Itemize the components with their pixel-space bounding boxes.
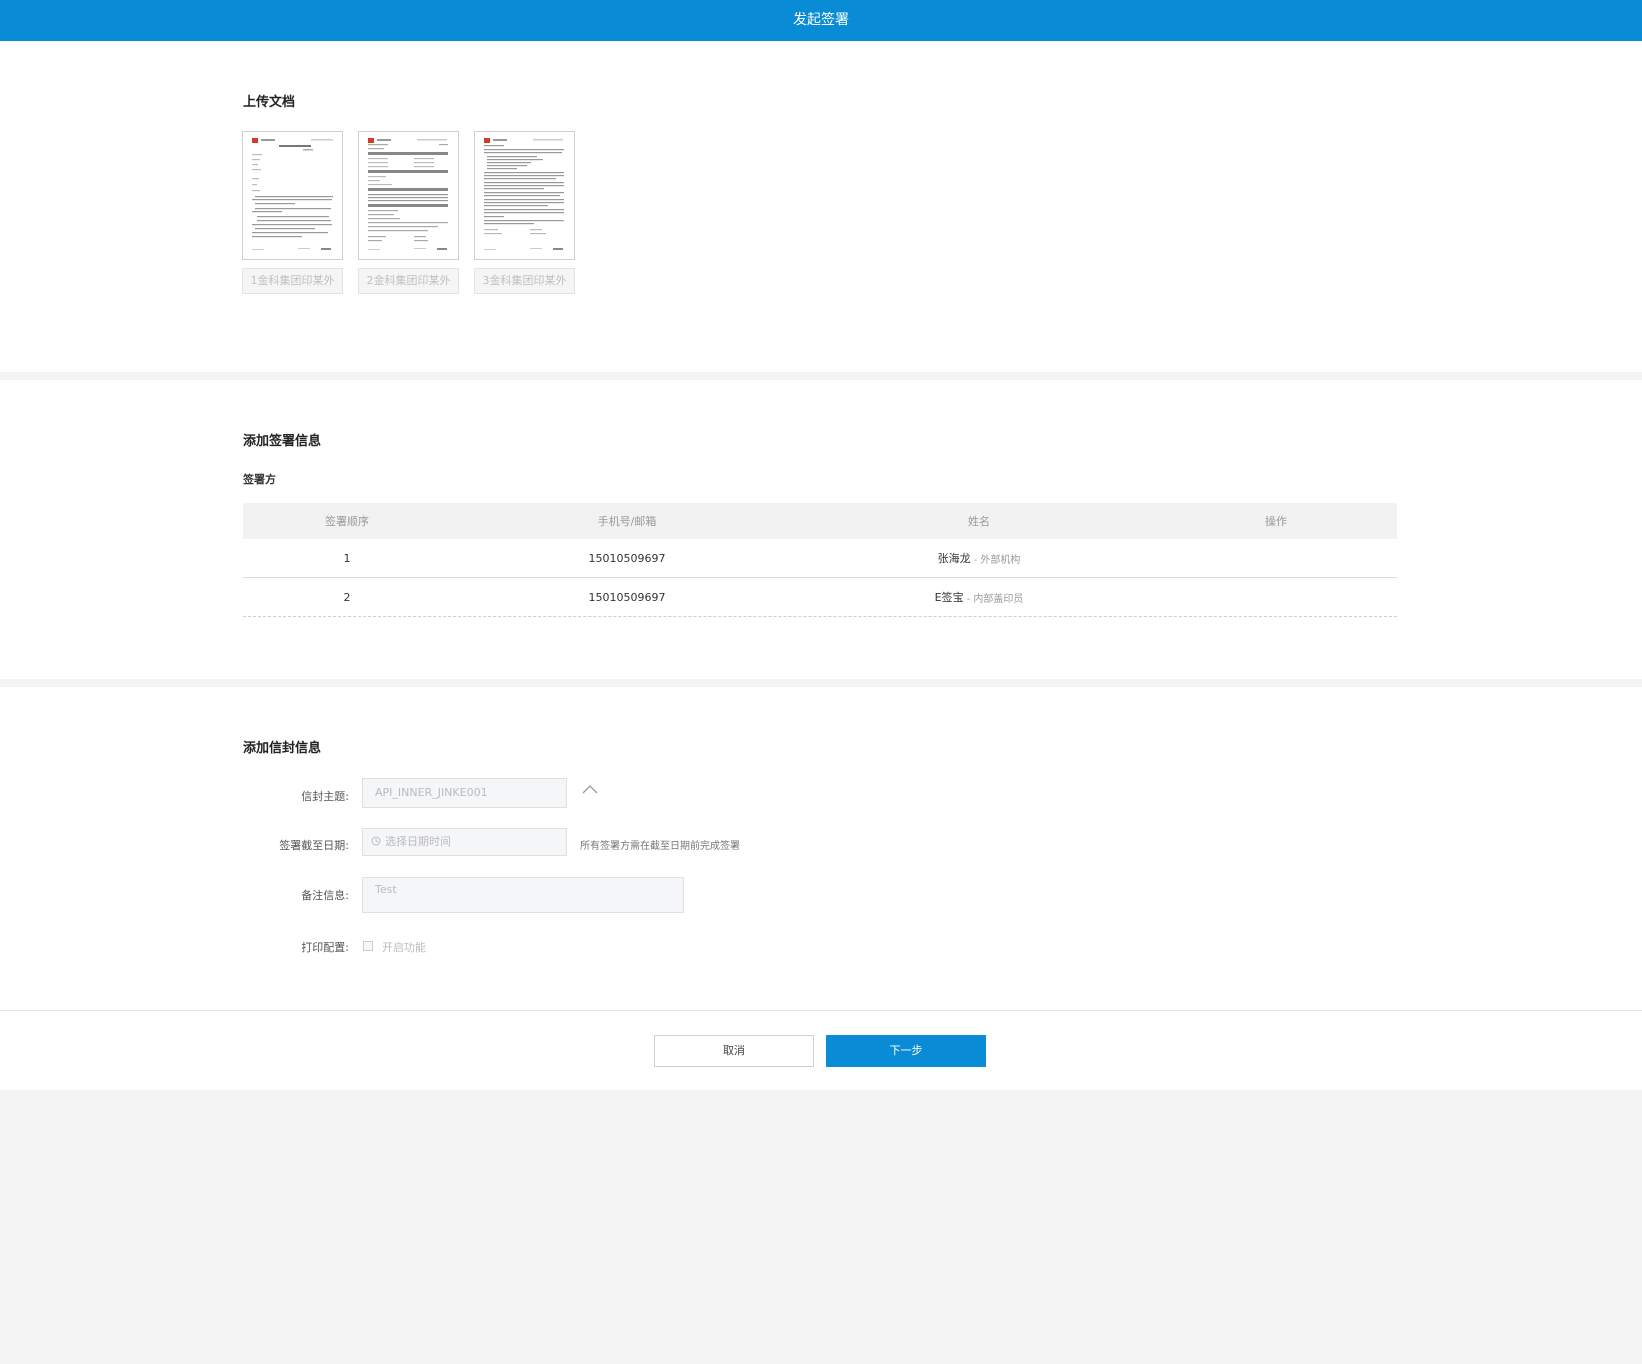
signer-role: - 外部机构 <box>973 554 1021 566</box>
signer-order: 2 <box>343 590 351 604</box>
column-header-name: 姓名 <box>968 515 990 528</box>
signer-contact: 15010509697 <box>588 590 666 604</box>
note-value: Test <box>375 883 397 896</box>
document-name-2: 2金科集团印某外 <box>358 268 459 294</box>
document-thumbnail-3[interactable] <box>474 131 575 260</box>
upload-section-title: 上传文档 <box>243 95 296 110</box>
clock-icon <box>371 836 381 846</box>
signing-section-title: 添加签署信息 <box>243 434 322 449</box>
footer-divider <box>0 1010 1642 1011</box>
upload-section: 上传文档 1金科集团印某外 2金科集团印某外 3金科集团印某外 <box>0 41 1642 372</box>
signer-role: - 内部盖印员 <box>966 593 1024 605</box>
column-header-contact: 手机号/邮箱 <box>597 515 657 528</box>
deadline-hint: 所有签署方需在截至日期前完成签署 <box>580 841 740 852</box>
signer-name-cell: 张海龙 - 外部机构 <box>803 539 1155 577</box>
deadline-placeholder: 选择日期时间 <box>385 835 451 848</box>
document-thumbnail-2[interactable] <box>358 131 459 260</box>
chevron-up-icon[interactable] <box>582 784 598 794</box>
page-title: 发起签署 <box>793 12 849 28</box>
subject-value: API_INNER_JINKE001 <box>375 786 488 799</box>
subject-label: 信封主题: <box>301 790 349 803</box>
signers-subtitle: 签署方 <box>243 473 276 486</box>
subject-input[interactable]: API_INNER_JINKE001 <box>362 778 567 808</box>
signer-order: 1 <box>343 551 351 565</box>
signer-actions <box>1155 539 1397 577</box>
note-label: 备注信息: <box>301 889 349 902</box>
document-name-1: 1金科集团印某外 <box>242 268 343 294</box>
header-bar: 发起签署 <box>0 0 1642 41</box>
signer-actions <box>1155 578 1397 616</box>
print-enable-label[interactable]: 开启功能 <box>382 939 426 955</box>
document-preview-icon <box>368 138 448 250</box>
signer-name: E签宝 <box>934 591 964 604</box>
print-enable-checkbox[interactable] <box>363 941 373 951</box>
signers-table: 签署顺序 手机号/邮箱 姓名 操作 1 15010509697 张海龙 - 外部… <box>243 503 1397 617</box>
document-preview-icon <box>252 138 333 250</box>
column-header-action: 操作 <box>1265 515 1287 528</box>
table-header: 签署顺序 手机号/邮箱 姓名 操作 <box>243 503 1397 539</box>
envelope-section: 添加信封信息 信封主题: API_INNER_JINKE001 签署截至日期: … <box>0 687 1642 1090</box>
table-row: 2 15010509697 E签宝 - 内部盖印员 <box>243 578 1397 617</box>
envelope-section-title: 添加信封信息 <box>243 741 322 756</box>
next-step-button[interactable]: 下一步 <box>826 1035 986 1067</box>
signer-name: 张海龙 <box>937 552 971 565</box>
cancel-button[interactable]: 取消 <box>654 1035 814 1067</box>
signer-contact: 15010509697 <box>588 551 666 565</box>
deadline-picker[interactable]: 选择日期时间 <box>362 828 567 856</box>
note-textarea[interactable]: Test <box>362 877 684 913</box>
signer-name-cell: E签宝 - 内部盖印员 <box>803 578 1155 616</box>
deadline-label: 签署截至日期: <box>279 839 349 852</box>
print-config-label: 打印配置: <box>301 941 349 954</box>
document-preview-icon <box>484 138 564 250</box>
document-thumbnail-1[interactable] <box>242 131 343 260</box>
document-name-3: 3金科集团印某外 <box>474 268 575 294</box>
signing-section: 添加签署信息 签署方 签署顺序 手机号/邮箱 姓名 操作 1 150105096… <box>0 380 1642 679</box>
table-row: 1 15010509697 张海龙 - 外部机构 <box>243 539 1397 578</box>
column-header-order: 签署顺序 <box>325 515 369 528</box>
